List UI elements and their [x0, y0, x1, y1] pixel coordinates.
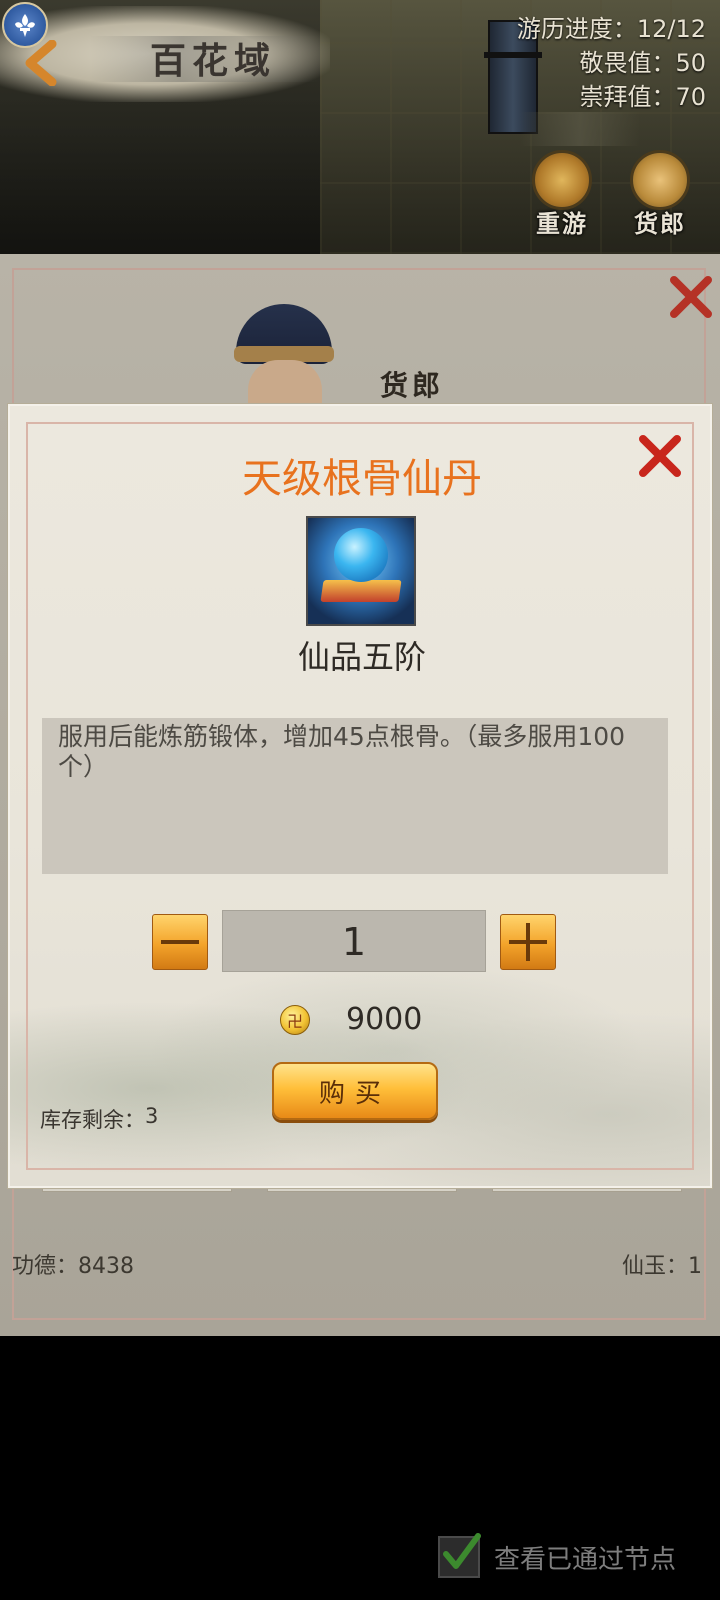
item-grade: 仙品五阶: [297, 638, 426, 676]
progress-stats: 游历进度： 12/12 敬畏值： 50 崇拜值： 70: [517, 12, 706, 114]
jade-currency: 仙玉：1: [621, 1254, 702, 1279]
merchant-close-icon[interactable]: [666, 272, 716, 322]
increase-quantity-button[interactable]: [500, 914, 556, 970]
checkmark-icon: [443, 1533, 481, 1569]
price-row: 卍 9000: [280, 1002, 422, 1037]
merchant-name: 货郎: [380, 369, 445, 402]
checkbox[interactable]: [438, 1533, 481, 1578]
item-title: 天级根骨仙丹: [242, 456, 482, 502]
purchase-dialog: 天级根骨仙丹 仙品五阶 服用后能炼筋锻体，增加45点根骨。（最多服用100个） …: [8, 404, 712, 1188]
fleur-icon: [15, 14, 35, 37]
checkbox-label: 查看已通过节点: [494, 1544, 677, 1575]
show-passed-nodes-toggle[interactable]: 查看已通过节点: [438, 1533, 677, 1578]
decrease-quantity-button[interactable]: [152, 914, 208, 970]
replay-icon: [532, 150, 592, 210]
merit-currency: 功德：8438: [12, 1254, 135, 1279]
coin-icon: 卍: [280, 1004, 310, 1035]
stat-row-awe: 敬畏值： 50: [579, 49, 706, 77]
price-value: 9000: [346, 1002, 423, 1037]
stat-row-progress: 游历进度： 12/12: [516, 15, 706, 43]
stat-row-worship: 崇拜值： 70: [579, 83, 706, 111]
stock-remaining: 库存剩余： 3: [40, 1104, 159, 1132]
merchant-button-label: 货郎: [634, 209, 686, 238]
merchant-button[interactable]: 货郎: [618, 150, 702, 242]
merchant-avatar-icon: [630, 150, 690, 210]
replay-button[interactable]: 重游: [520, 150, 604, 242]
scene-title: 百花域: [150, 40, 277, 82]
pill-item-icon: [306, 516, 416, 626]
item-description: 服用后能炼筋锻体，增加45点根骨。（最多服用100个）: [42, 718, 668, 874]
scene-header: 百花域 游历进度： 12/12 敬畏值： 50 崇拜值： 70 重游 货郎: [0, 0, 720, 254]
replay-label: 重游: [536, 209, 588, 238]
currency-bar: 功德：8438 仙玉：1: [12, 1248, 708, 1280]
settings-button[interactable]: [2, 2, 48, 48]
quantity-field[interactable]: 1: [222, 910, 486, 972]
buy-button[interactable]: 购买: [272, 1062, 438, 1120]
